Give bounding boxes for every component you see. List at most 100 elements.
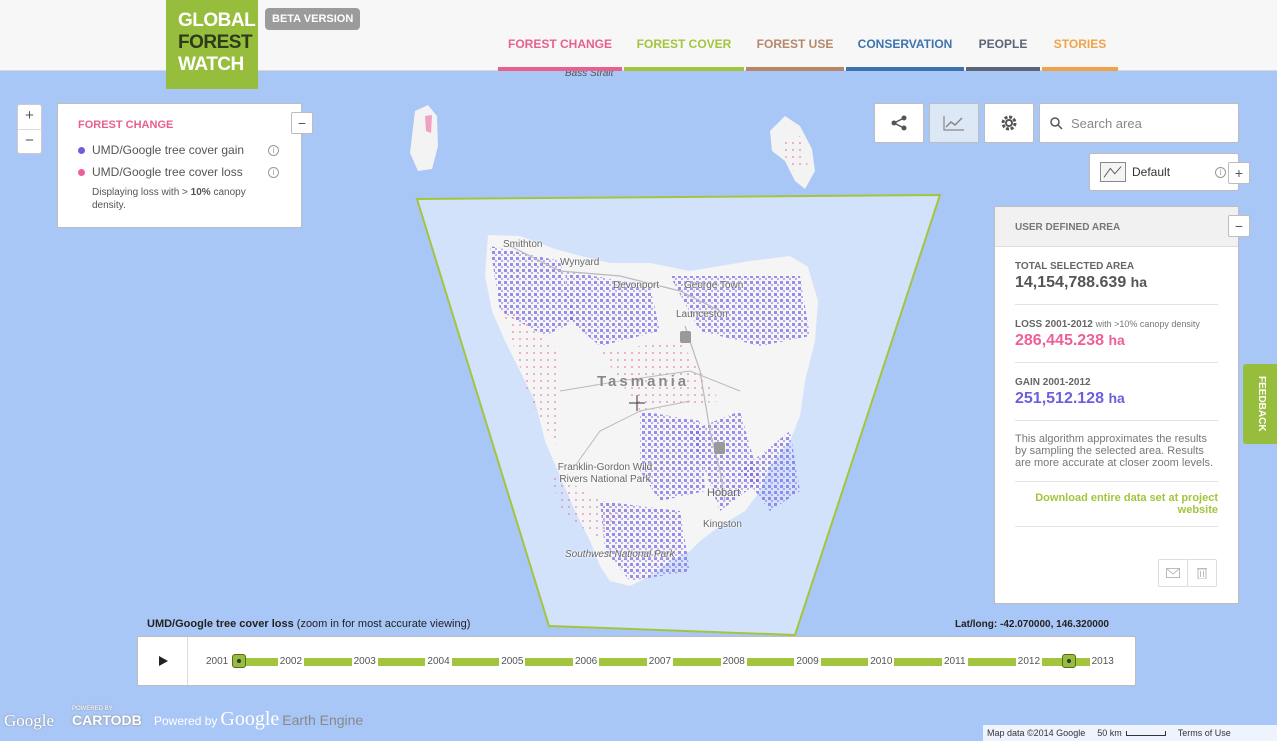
- timeline-title: UMD/Google tree cover loss (zoom in for …: [147, 618, 470, 630]
- timeline-handle-end[interactable]: [1061, 654, 1076, 668]
- total-area-stat: TOTAL SELECTED AREA 14,154,788.639 ha: [1015, 247, 1218, 305]
- basemap-label: Default: [1132, 165, 1171, 179]
- legend-item-gain[interactable]: UMD/Google tree cover gain i: [78, 139, 281, 161]
- logo-line-2: FOREST: [178, 32, 253, 53]
- feedback-tab[interactable]: FEEDBACK: [1243, 364, 1277, 444]
- delete-button[interactable]: [1187, 559, 1217, 587]
- download-link[interactable]: Download entire data set at project webs…: [1015, 482, 1218, 527]
- legend-item-loss[interactable]: UMD/Google tree cover loss i: [78, 161, 281, 183]
- timeline-year[interactable]: 2004: [425, 656, 452, 667]
- zoom-control: + −: [17, 104, 42, 154]
- map-label-hobart: Hobart: [707, 487, 741, 499]
- gain-stat: GAIN 2001-2012 251,512.128 ha: [1015, 363, 1218, 421]
- gear-icon: [1001, 115, 1017, 131]
- map-label-southwest-np: Southwest National Park: [565, 549, 675, 560]
- timeline-year[interactable]: 2001: [204, 656, 231, 667]
- legend-title: FOREST CHANGE: [78, 119, 174, 131]
- legend-collapse-button[interactable]: −: [291, 112, 313, 134]
- total-area-value-row: 14,154,788.639 ha: [1015, 274, 1218, 292]
- map-label-wynyard: Wynyard: [560, 257, 600, 268]
- timeline-year[interactable]: 2006: [573, 656, 600, 667]
- loss-stat: LOSS 2001-2012 with >10% canopy density …: [1015, 305, 1218, 363]
- play-button[interactable]: [138, 637, 188, 685]
- nav-conservation[interactable]: CONSERVATION: [846, 0, 964, 71]
- nav-forest-cover[interactable]: FOREST COVER: [624, 0, 744, 71]
- google-earth-engine-logo: Google: [220, 708, 280, 730]
- search-icon: [1050, 116, 1063, 130]
- nav-forest-use[interactable]: FOREST USE: [746, 0, 844, 71]
- main-nav: FOREST CHANGE FOREST COVER FOREST USE CO…: [498, 0, 1118, 71]
- zoom-out-button[interactable]: −: [18, 129, 41, 153]
- logo-line-3: WATCH: [178, 54, 244, 75]
- loss-sublabel: with >10% canopy density: [1095, 319, 1200, 329]
- basemap-selector[interactable]: Default i +: [1089, 153, 1250, 191]
- info-icon[interactable]: i: [268, 166, 279, 178]
- loss-label: LOSS 2001-2012: [1015, 319, 1093, 330]
- legend-item-label: UMD/Google tree cover loss: [92, 165, 243, 179]
- timeline-handle-start[interactable]: [232, 654, 246, 668]
- beta-badge: BETA VERSION: [265, 8, 361, 30]
- timeline-year[interactable]: 2007: [646, 656, 674, 667]
- loss-swatch: [78, 168, 85, 176]
- timeline: 2001 2002 2003 2004 2005 2006 2007 2008 2009 2010…: [137, 636, 1136, 686]
- legend-note: Displaying loss with > 10% canopy densit…: [78, 186, 248, 212]
- loss-value-row: 286,445.238 ha: [1015, 332, 1218, 350]
- map-label-tasmania: Tasmania: [597, 373, 690, 390]
- terms-link[interactable]: Terms of Use: [1178, 728, 1231, 738]
- google-logo: Google: [4, 711, 55, 730]
- map-label-smithton: Smithton: [503, 239, 543, 250]
- timeline-year[interactable]: 2003: [351, 656, 378, 667]
- canopy-threshold-link[interactable]: 10%: [191, 187, 211, 198]
- nav-stories[interactable]: STORIES: [1042, 0, 1118, 71]
- timeline-hint: (zoom in for most accurate viewing): [293, 618, 471, 630]
- timeline-year[interactable]: 2009: [794, 656, 821, 667]
- analysis-button[interactable]: [929, 103, 979, 143]
- earth-engine-text: Earth Engine: [282, 712, 364, 728]
- zoom-in-button[interactable]: +: [18, 105, 41, 129]
- share-button[interactable]: [874, 103, 924, 143]
- total-area-value: 14,154,788.639: [1015, 274, 1127, 291]
- trash-icon: [1197, 568, 1207, 579]
- map-label-bass-strait: Bass Strait: [565, 71, 614, 79]
- header: GLOBAL FOREST WATCH BETA VERSION FOREST …: [0, 0, 1277, 89]
- timeline-year[interactable]: 2008: [720, 656, 747, 667]
- analysis-panel: USER DEFINED AREA − TOTAL SELECTED AREA …: [994, 206, 1250, 604]
- map-label-franklin-gordon: Franklin-Gordon Wild Rivers National Par…: [557, 462, 653, 485]
- gain-value: 251,512.128: [1015, 390, 1104, 407]
- timeline-year[interactable]: 2005: [499, 656, 526, 667]
- settings-button[interactable]: [984, 103, 1034, 143]
- map-label-devonport: Devonport: [613, 280, 660, 291]
- latlong-readout: Lat/long: -42.070000, 146.320000: [955, 619, 1109, 630]
- nav-people[interactable]: PEOPLE: [966, 0, 1040, 71]
- loss-value: 286,445.238: [1015, 332, 1104, 349]
- email-button[interactable]: [1158, 559, 1188, 587]
- unit: ha: [1130, 274, 1148, 290]
- timeline-year[interactable]: 2010: [868, 656, 895, 667]
- analysis-note: This algorithm approximates the results …: [1015, 421, 1218, 482]
- search-box[interactable]: [1039, 103, 1239, 143]
- scale-label: 50 km: [1097, 728, 1122, 738]
- gain-value-row: 251,512.128 ha: [1015, 390, 1218, 408]
- legend-item-label: UMD/Google tree cover gain: [92, 143, 245, 157]
- info-icon[interactable]: i: [1215, 166, 1226, 178]
- timeline-year[interactable]: 2013: [1089, 656, 1116, 667]
- search-input[interactable]: [1071, 115, 1231, 131]
- gain-swatch: [78, 146, 85, 154]
- info-icon[interactable]: i: [268, 144, 279, 156]
- basemap-thumbnail: [1100, 162, 1126, 182]
- cartodb-logo: POWERED BY CARTODB: [72, 706, 142, 728]
- basemap-expand-button[interactable]: +: [1228, 162, 1250, 184]
- unit: ha: [1108, 390, 1125, 406]
- nav-forest-change[interactable]: FOREST CHANGE: [498, 0, 622, 71]
- gain-label: GAIN 2001-2012: [1015, 377, 1091, 388]
- gfw-logo[interactable]: GLOBAL FOREST WATCH: [166, 0, 258, 89]
- legend-panel: − FOREST CHANGE UMD/Google tree cover ga…: [57, 103, 313, 228]
- share-icon: [891, 115, 907, 131]
- cartodb-name: CARTODB: [72, 712, 142, 728]
- timeline-year[interactable]: 2012: [1015, 656, 1043, 667]
- map-data-credit[interactable]: Map data ©2014 Google: [987, 728, 1085, 738]
- unit: ha: [1108, 332, 1125, 348]
- analysis-collapse-button[interactable]: −: [1228, 215, 1250, 237]
- timeline-year[interactable]: 2002: [277, 656, 305, 667]
- timeline-year[interactable]: 2011: [942, 656, 968, 667]
